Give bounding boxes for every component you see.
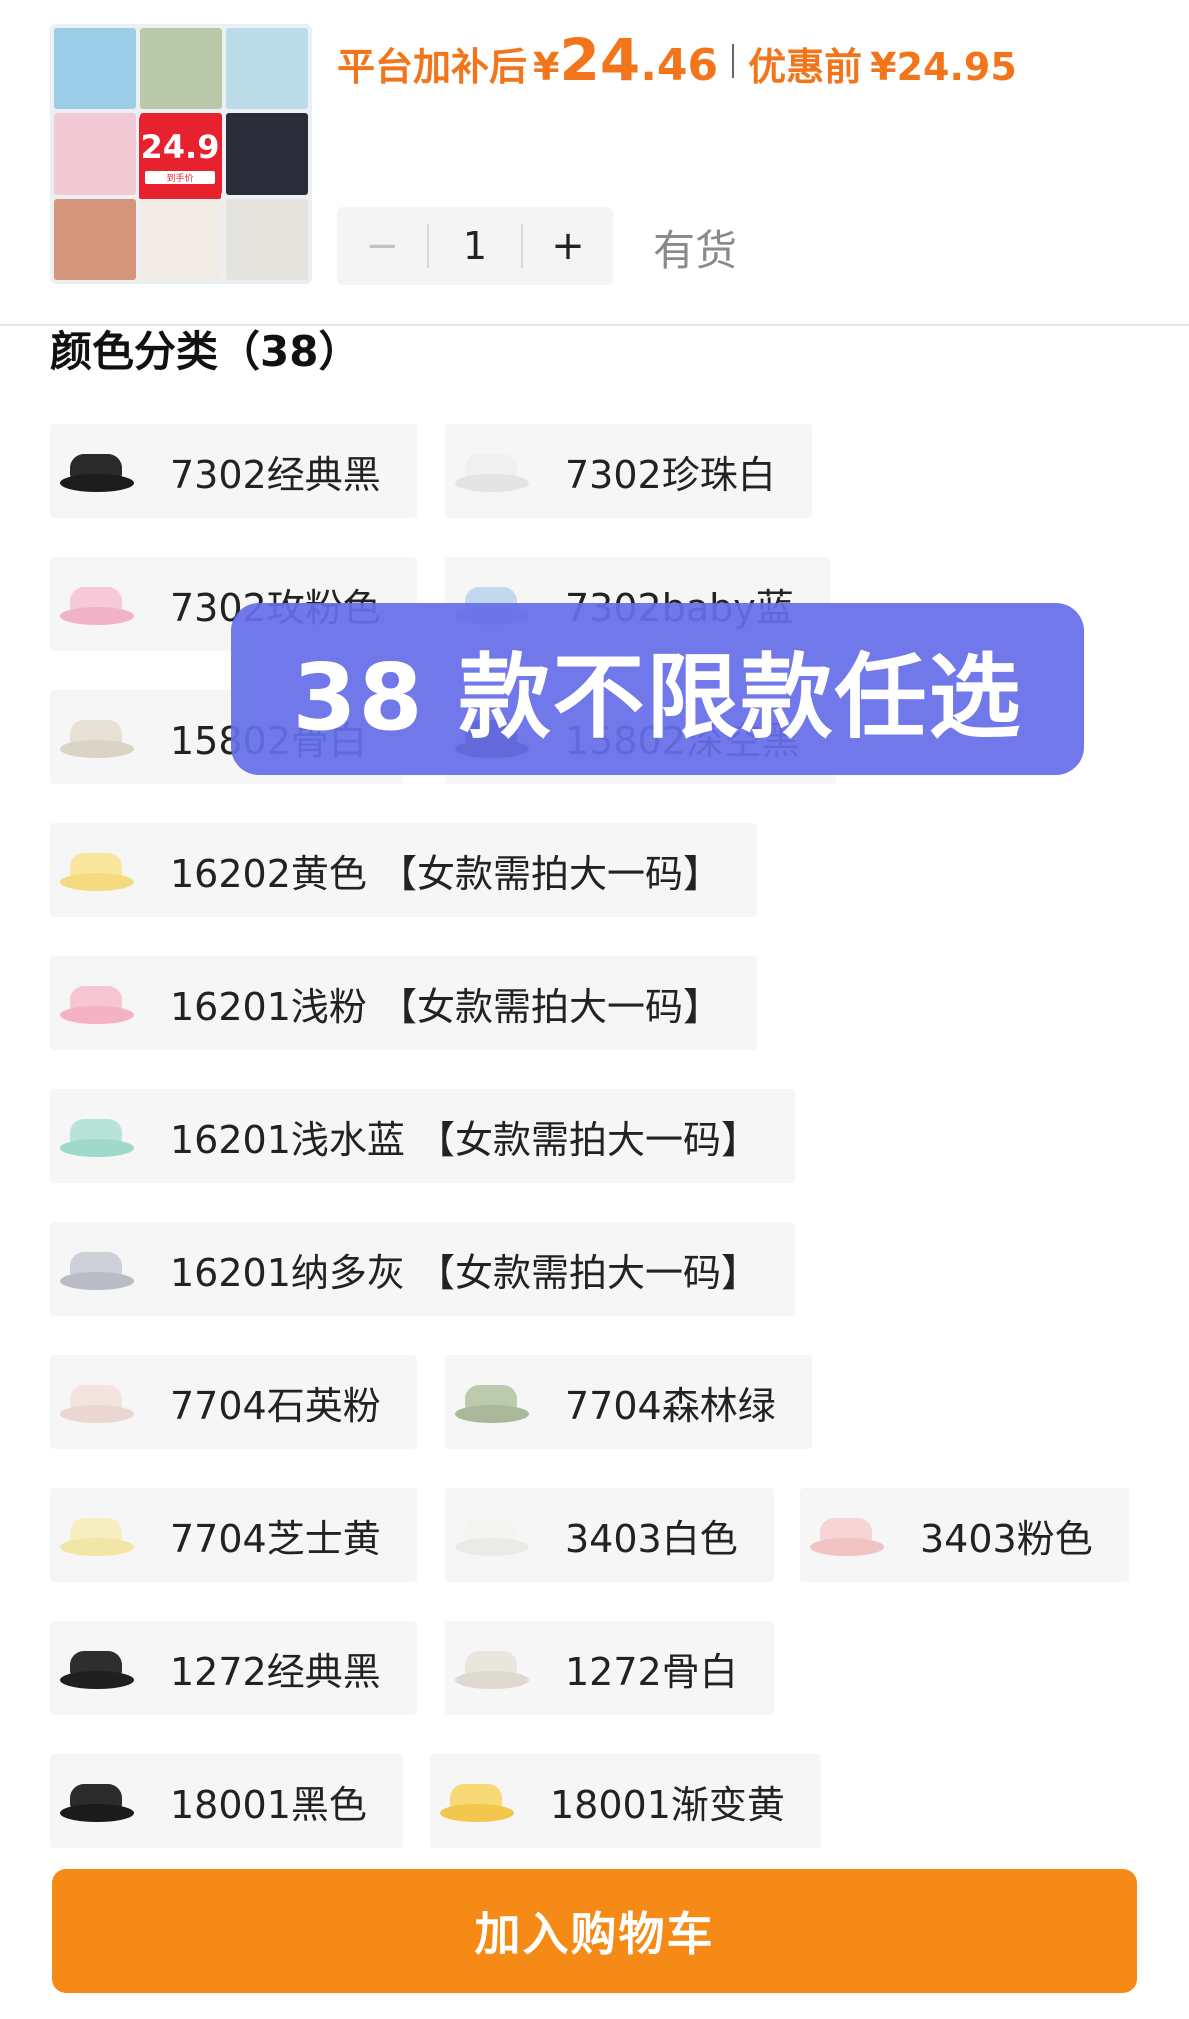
thumbnail-cell [54, 198, 136, 280]
slipper-thumbnail [56, 446, 138, 496]
increase-quantity-button[interactable]: + [523, 207, 613, 285]
price-divider [732, 44, 735, 78]
color-option[interactable]: 1272经典黑 [50, 1621, 417, 1715]
slipper-thumbnail [806, 1510, 888, 1560]
color-option-label: 7704石英粉 [170, 1383, 381, 1428]
color-option[interactable]: 7302珍珠白 [445, 424, 812, 518]
slipper-thumbnail [56, 1643, 138, 1693]
color-option-label: 16201浅水蓝 【女款需拍大一码】 [170, 1117, 759, 1162]
subsidy-price-dec: .46 [640, 40, 719, 91]
color-option[interactable]: 18001渐变黄 [430, 1754, 821, 1848]
color-option-label: 18001黑色 [170, 1782, 367, 1827]
slipper-thumbnail [56, 1510, 138, 1560]
product-thumbnail[interactable]: 24.9 到手价 [50, 24, 312, 284]
badge-price: 24.9 [140, 128, 220, 166]
color-option-label: 18001渐变黄 [550, 1782, 785, 1827]
color-option-label: 16201纳多灰 【女款需拍大一码】 [170, 1250, 759, 1295]
original-price-label: 优惠前 [748, 45, 863, 89]
slipper-thumbnail [56, 712, 138, 762]
color-option-label: 1272经典黑 [170, 1649, 381, 1694]
slipper-thumbnail [56, 1377, 138, 1427]
slipper-thumbnail [451, 446, 533, 496]
color-option[interactable]: 16201浅粉 【女款需拍大一码】 [50, 956, 757, 1050]
thumbnail-cell [140, 198, 222, 280]
thumbnail-cell [54, 28, 136, 110]
slipper-thumbnail [451, 1643, 533, 1693]
color-option[interactable]: 7704芝士黄 [50, 1488, 417, 1582]
color-option-label: 7704芝士黄 [170, 1516, 381, 1561]
quantity-stepper: − 1 + [337, 207, 613, 285]
color-option[interactable]: 3403白色 [445, 1488, 774, 1582]
color-option-label: 3403粉色 [920, 1516, 1093, 1561]
color-option-label: 1272骨白 [565, 1649, 738, 1694]
color-option-label: 7704森林绿 [565, 1383, 776, 1428]
slipper-thumbnail [56, 845, 138, 895]
slipper-thumbnail [451, 1377, 533, 1427]
color-option[interactable]: 7704森林绿 [445, 1355, 812, 1449]
color-option[interactable]: 16201纳多灰 【女款需拍大一码】 [50, 1222, 795, 1316]
subsidy-price-int: 24 [559, 26, 641, 94]
color-option[interactable]: 7302经典黑 [50, 424, 417, 518]
color-option[interactable]: 16202黄色 【女款需拍大一码】 [50, 823, 757, 917]
color-option-label: 3403白色 [565, 1516, 738, 1561]
thumbnail-cell [226, 113, 308, 195]
thumbnail-cell [226, 28, 308, 110]
decrease-quantity-button[interactable]: − [337, 207, 427, 285]
price-info: 平台加补后 ¥ 24 .46 优惠前 ¥24.95 [337, 26, 1017, 96]
promo-overlay-banner: 38 款不限款任选 [231, 603, 1084, 775]
color-option-label: 16201浅粉 【女款需拍大一码】 [170, 984, 721, 1029]
original-price: ¥24.95 [870, 45, 1017, 89]
color-option[interactable]: 16201浅水蓝 【女款需拍大一码】 [50, 1089, 795, 1183]
slipper-thumbnail [56, 978, 138, 1028]
slipper-thumbnail [56, 579, 138, 629]
thumbnail-cell [54, 113, 136, 195]
add-to-cart-button[interactable]: 加入购物车 [52, 1869, 1137, 1993]
slipper-thumbnail [56, 1776, 138, 1826]
color-option-label: 7302珍珠白 [565, 452, 776, 497]
color-option[interactable]: 18001黑色 [50, 1754, 403, 1848]
slipper-thumbnail [451, 1510, 533, 1560]
thumbnail-cell [140, 28, 222, 110]
color-option[interactable]: 1272骨白 [445, 1621, 774, 1715]
badge-tag: 到手价 [145, 171, 215, 184]
color-option[interactable]: 3403粉色 [800, 1488, 1129, 1582]
subsidy-label: 平台加补后 [337, 45, 528, 89]
slipper-thumbnail [56, 1111, 138, 1161]
promo-price-badge: 24.9 到手价 [139, 117, 221, 199]
color-option-label: 7302经典黑 [170, 452, 381, 497]
slipper-thumbnail [436, 1776, 518, 1826]
quantity-value[interactable]: 1 [427, 224, 523, 268]
color-section-title: 颜色分类（38） [50, 327, 361, 376]
stock-status: 有货 [653, 226, 738, 275]
slipper-thumbnail [56, 1244, 138, 1294]
color-option[interactable]: 7704石英粉 [50, 1355, 417, 1449]
color-option-label: 16202黄色 【女款需拍大一码】 [170, 851, 721, 896]
currency-symbol: ¥ [533, 45, 560, 89]
thumbnail-cell [226, 198, 308, 280]
